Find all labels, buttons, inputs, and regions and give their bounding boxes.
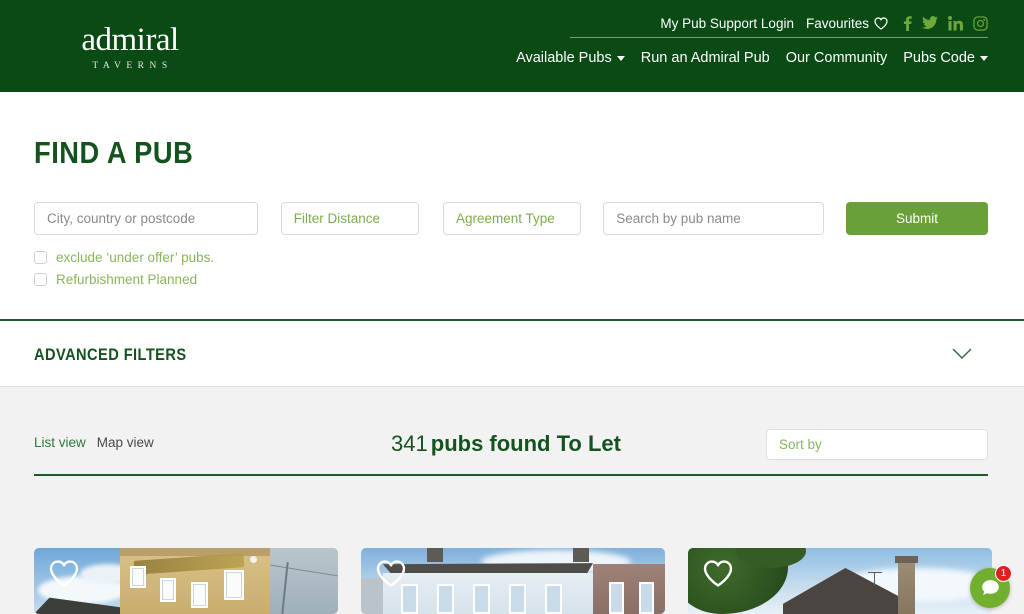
- pub-card-3[interactable]: [688, 548, 992, 614]
- pub-card-3-image: [688, 548, 992, 614]
- logo-tagline: TAVERNS: [92, 61, 173, 71]
- heart-icon: [49, 560, 79, 587]
- location-input[interactable]: City, country or postcode: [34, 202, 258, 235]
- logo-wordmark: admiral: [81, 22, 179, 58]
- submit-button[interactable]: Submit: [845, 202, 989, 235]
- distance-filter-select[interactable]: Filter Distance: [280, 202, 419, 235]
- chat-bubble-icon: [981, 580, 999, 596]
- header-utility-links: My Pub Support Login Favourites: [660, 14, 988, 32]
- favourites-label: Favourites: [805, 15, 869, 31]
- nav-our-community[interactable]: Our Community: [786, 50, 888, 66]
- chat-widget[interactable]: 1: [970, 565, 1012, 608]
- exclude-under-offer-label: exclude ‘under offer’ pubs.: [56, 250, 215, 265]
- heart-icon: [703, 560, 733, 587]
- find-a-pub-section: FIND A PUB City, country or postcode Fil…: [0, 92, 1024, 321]
- nav-available-pubs-label: Available Pubs: [516, 50, 612, 66]
- advanced-filters-bar[interactable]: ADVANCED FILTERS: [0, 321, 1024, 387]
- pub-card-1[interactable]: [34, 548, 338, 614]
- advanced-filters-toggle[interactable]: [952, 347, 972, 365]
- header-divider: [570, 37, 988, 38]
- results-toolbar: List view Map view 341 pubs found To Let …: [34, 429, 988, 476]
- refurbishment-planned-checkbox-row[interactable]: Refurbishment Planned: [34, 272, 214, 287]
- nav-available-pubs[interactable]: Available Pubs: [516, 50, 625, 66]
- twitter-icon[interactable]: [922, 16, 938, 30]
- heart-icon: [874, 16, 888, 30]
- results-count-text: pubs found To Let: [430, 431, 621, 456]
- pub-card-list: [34, 548, 992, 614]
- facebook-icon[interactable]: [903, 15, 912, 31]
- social-links: [903, 15, 988, 31]
- instagram-icon[interactable]: [973, 15, 988, 31]
- exclude-under-offer-checkbox[interactable]: [34, 251, 47, 264]
- results-count-number: 341: [391, 431, 428, 456]
- refurbishment-planned-checkbox[interactable]: [34, 273, 47, 286]
- page-title: FIND A PUB: [34, 135, 194, 170]
- pub-name-input[interactable]: Search by pub name: [603, 202, 824, 235]
- refurbishment-planned-label: Refurbishment Planned: [56, 272, 198, 287]
- chevron-down-icon: [952, 348, 972, 359]
- nav-run-an-admiral-pub-label: Run an Admiral Pub: [640, 50, 770, 66]
- pub-search-form: City, country or postcode Filter Distanc…: [34, 202, 989, 235]
- search-checkbox-group: exclude ‘under offer’ pubs. Refurbishmen…: [34, 250, 214, 294]
- sort-by-select[interactable]: Sort by: [766, 429, 988, 460]
- chat-unread-badge: 1: [995, 565, 1012, 582]
- favourite-toggle-3[interactable]: [703, 560, 733, 592]
- nav-pubs-code-label: Pubs Code: [903, 50, 975, 66]
- agreement-type-select[interactable]: Agreement Type: [442, 202, 582, 235]
- my-pub-support-login-link[interactable]: My Pub Support Login: [660, 16, 794, 31]
- chevron-down-icon: [980, 55, 988, 61]
- favourites-link[interactable]: Favourites: [806, 16, 888, 31]
- nav-run-an-admiral-pub[interactable]: Run an Admiral Pub: [641, 50, 770, 66]
- pub-card-1-image: [34, 548, 338, 614]
- linkedin-icon[interactable]: [948, 15, 963, 31]
- exclude-under-offer-checkbox-row[interactable]: exclude ‘under offer’ pubs.: [34, 250, 214, 265]
- pub-card-2-image: [361, 548, 665, 614]
- favourite-toggle-1[interactable]: [49, 560, 79, 592]
- nav-our-community-label: Our Community: [785, 50, 888, 66]
- chevron-down-icon: [616, 55, 625, 61]
- site-header: admiral TAVERNS My Pub Support Login Fav…: [0, 0, 1024, 92]
- main-navigation: Available Pubs Run an Admiral Pub Our Co…: [516, 50, 988, 66]
- favourite-toggle-2[interactable]: [376, 560, 406, 592]
- advanced-filters-title: ADVANCED FILTERS: [34, 345, 187, 364]
- heart-icon: [376, 560, 406, 587]
- site-logo[interactable]: admiral TAVERNS: [40, 24, 220, 72]
- nav-pubs-code[interactable]: Pubs Code: [903, 50, 988, 66]
- pub-card-2[interactable]: [361, 548, 665, 614]
